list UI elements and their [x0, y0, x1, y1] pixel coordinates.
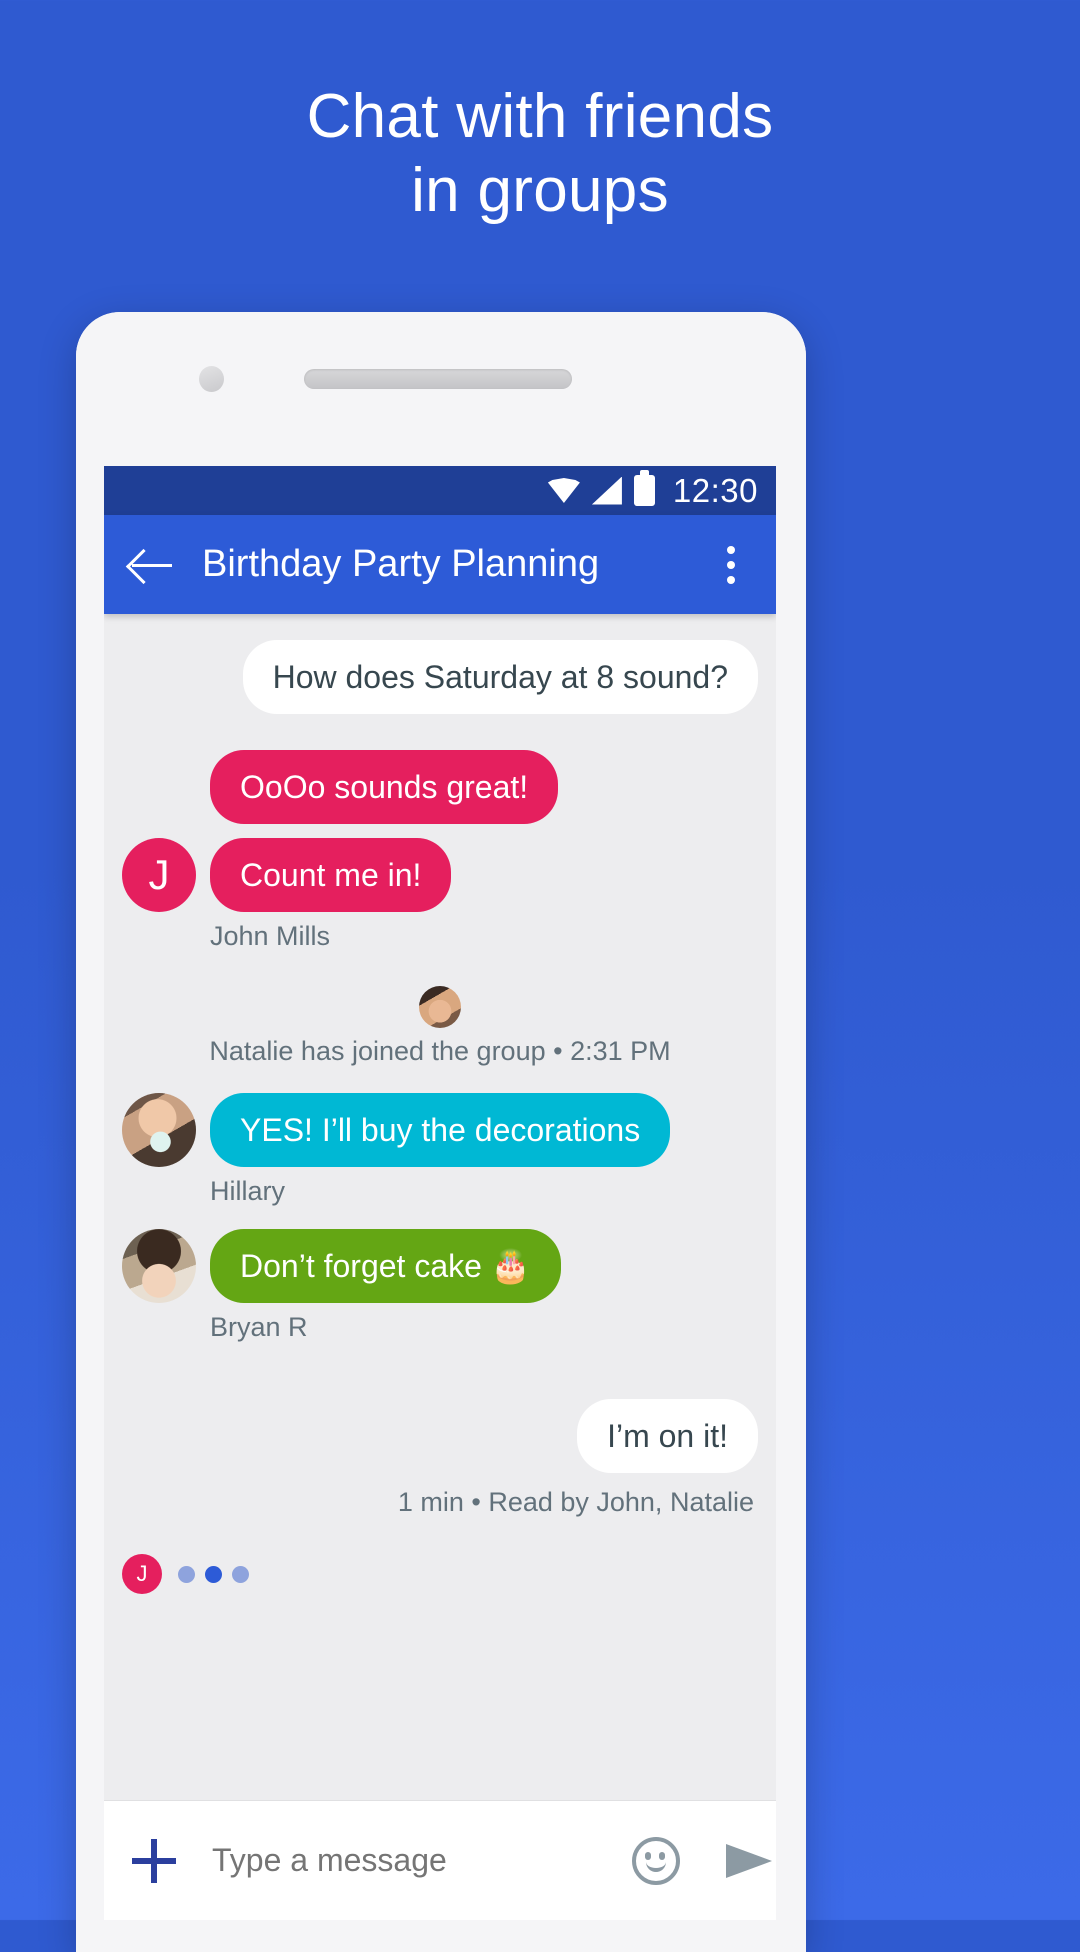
emoji-icon[interactable]	[632, 1836, 680, 1885]
status-bar: 12:30	[104, 466, 776, 515]
typing-dot	[178, 1565, 195, 1583]
message-row: I’m on it!	[122, 1399, 758, 1473]
message-bubble[interactable]: How does Saturday at 8 sound?	[242, 640, 758, 714]
page-title: Birthday Party Planning	[202, 543, 600, 585]
message-row: OoOo sounds great!	[122, 750, 758, 824]
headline-line-2: in groups	[411, 156, 669, 225]
phone-screen: 12:30 Birthday Party Planning How does S…	[104, 466, 776, 1920]
typing-indicator: J	[122, 1554, 758, 1594]
wifi-icon	[547, 478, 580, 503]
avatar	[419, 986, 461, 1028]
headline-line-1: Chat with friends	[306, 82, 774, 151]
front-camera-icon	[199, 366, 224, 392]
message-row: How does Saturday at 8 sound?	[122, 640, 758, 714]
read-receipt: 1 min • Read by John, Natalie	[397, 1487, 754, 1517]
message-bubble[interactable]: OoOo sounds great!	[210, 750, 559, 824]
send-icon[interactable]	[726, 1843, 772, 1878]
message-bubble[interactable]: YES! I’ll buy the decorations	[210, 1093, 671, 1167]
conversation-list[interactable]: How does Saturday at 8 sound? OoOo sound…	[104, 640, 776, 1808]
overflow-dot	[727, 545, 735, 554]
message-row: Don’t forget cake 🎂	[122, 1229, 758, 1303]
overflow-menu-icon[interactable]	[726, 545, 736, 584]
avatar[interactable]: J	[122, 838, 196, 912]
message-sender: Hillary	[210, 1176, 286, 1206]
message-bubble[interactable]: Don’t forget cake 🎂	[210, 1229, 561, 1303]
typing-dot	[205, 1565, 222, 1583]
message-sender: John Mills	[210, 921, 331, 951]
avatar[interactable]	[122, 1229, 196, 1303]
typing-dots	[178, 1565, 249, 1583]
back-arrow-icon[interactable]	[130, 545, 176, 585]
app-bar: Birthday Party Planning	[104, 515, 776, 614]
message-row: J Count me in!	[122, 838, 758, 912]
group-join-text: Natalie has joined the group • 2:31 PM	[209, 1036, 671, 1066]
battery-icon	[633, 470, 655, 506]
typing-dot	[232, 1565, 249, 1583]
message-row: YES! I’ll buy the decorations	[122, 1093, 758, 1167]
earpiece-speaker	[304, 369, 572, 389]
message-composer	[104, 1800, 776, 1920]
overflow-dot	[727, 560, 735, 569]
message-bubble[interactable]: Count me in!	[210, 838, 452, 912]
group-join-notice: Natalie has joined the group • 2:31 PM	[122, 986, 758, 1067]
cell-signal-icon	[591, 476, 622, 505]
avatar: J	[122, 1554, 162, 1594]
avatar[interactable]	[122, 1093, 196, 1167]
overflow-dot	[727, 575, 735, 584]
phone-bezel	[76, 312, 806, 468]
message-bubble[interactable]: I’m on it!	[577, 1399, 758, 1473]
message-sender: Bryan R	[210, 1312, 308, 1342]
status-bar-clock: 12:30	[672, 471, 758, 509]
add-attachment-icon[interactable]	[132, 1838, 176, 1883]
message-input[interactable]	[212, 1842, 632, 1879]
promo-headline: Chat with friends in groups	[0, 80, 1080, 228]
